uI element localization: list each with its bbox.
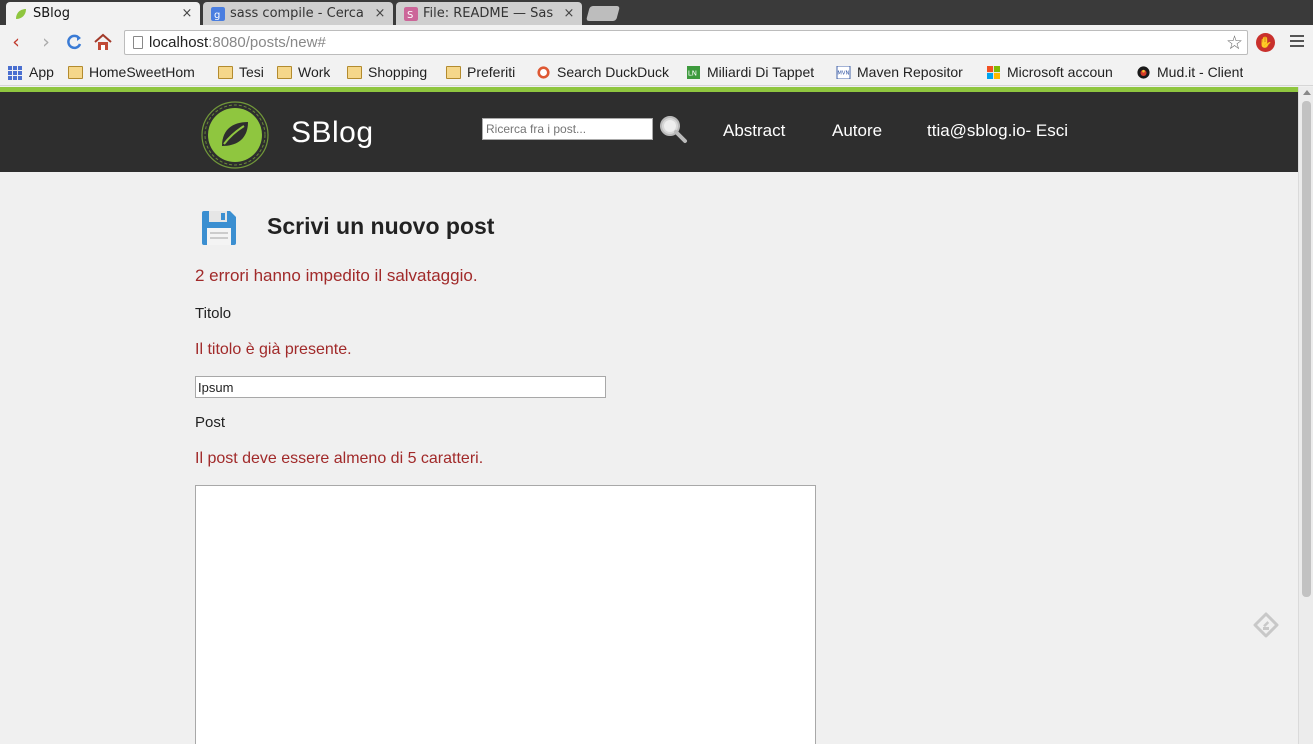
- bookmark-app[interactable]: App: [8, 64, 54, 80]
- sblog-logo-icon[interactable]: [200, 100, 270, 170]
- adblock-extension-icon[interactable]: ✋: [1256, 33, 1275, 52]
- ln-icon: LN: [687, 65, 700, 79]
- bookmark-homesweethom[interactable]: HomeSweetHom: [68, 64, 208, 80]
- bookmark-tesi[interactable]: Tesi: [218, 64, 264, 80]
- tab-close-icon[interactable]: ×: [180, 6, 194, 21]
- bookmark-search-duckduck[interactable]: Search DuckDuck: [536, 64, 676, 80]
- search-icon[interactable]: [658, 114, 688, 144]
- bookmark-miliardi[interactable]: LN Miliardi Di Tappet: [686, 64, 826, 80]
- leaf-icon: [16, 8, 26, 19]
- tab-sblog[interactable]: SBlog ×: [6, 2, 200, 25]
- sass-icon: S: [404, 6, 418, 21]
- bookmark-star-icon[interactable]: ☆: [1226, 32, 1243, 54]
- nav-abstract-link[interactable]: Abstract: [723, 121, 785, 141]
- tab-label: sass compile - Cerca: [230, 6, 364, 21]
- nav-user-logout-link[interactable]: ttia@sblog.io- Esci: [927, 121, 1068, 141]
- bookmarks-bar: App HomeSweetHom Tesi Work Shopping Pref…: [0, 60, 1313, 86]
- post-body-textarea[interactable]: [195, 485, 816, 744]
- feedly-icon[interactable]: [1253, 612, 1279, 638]
- bookmark-label: Work: [298, 64, 331, 80]
- bookmark-microsoft[interactable]: Microsoft accoun: [986, 64, 1126, 80]
- post-error-message: Il post deve essere almeno di 5 caratter…: [195, 450, 484, 467]
- new-tab-button[interactable]: [585, 6, 621, 21]
- mud-icon: [1137, 65, 1150, 79]
- scrollbar-thumb[interactable]: [1302, 101, 1311, 597]
- bookmark-mud[interactable]: Mud.it - Client: [1136, 64, 1243, 80]
- url-path: :8080/posts/new#: [208, 34, 326, 51]
- bookmark-label: HomeSweetHom: [89, 64, 195, 80]
- bookmark-label: Search DuckDuck: [557, 64, 670, 80]
- folder-icon: [218, 65, 233, 79]
- site-title[interactable]: SBlog: [291, 116, 374, 150]
- bookmark-label: Mud.it - Client: [1157, 64, 1244, 80]
- bookmark-label: Maven Repositor: [857, 64, 963, 80]
- page-icon: [133, 36, 143, 49]
- home-icon[interactable]: [93, 32, 113, 52]
- back-icon[interactable]: ‹: [6, 32, 26, 52]
- apps-grid-icon: [8, 65, 23, 80]
- folder-icon: [277, 65, 292, 79]
- mvn-icon: MVN: [836, 65, 851, 79]
- bookmark-label: App: [29, 64, 54, 80]
- svg-text:MVN: MVN: [837, 70, 849, 76]
- google-icon: g: [211, 6, 225, 21]
- error-summary: 2 errori hanno impedito il salvataggio.: [195, 266, 478, 285]
- bookmark-label: Shopping: [368, 64, 428, 80]
- tab-sass-compile[interactable]: g sass compile - Cerca ×: [203, 2, 393, 25]
- folder-icon: [68, 65, 83, 79]
- browser-toolbar: ‹ › localhost:8080/posts/new# ☆ ✋: [0, 25, 1313, 60]
- tab-close-icon[interactable]: ×: [373, 6, 387, 21]
- reload-icon[interactable]: [64, 32, 84, 52]
- bookmark-maven[interactable]: MVN Maven Repositor: [836, 64, 976, 80]
- folder-icon: [347, 65, 362, 79]
- page-title: Scrivi un nuovo post: [267, 213, 495, 239]
- tab-readme-sass[interactable]: S File: README — Sas ×: [396, 2, 582, 25]
- svg-text:LN: LN: [688, 69, 697, 77]
- bookmark-label: Tesi: [239, 64, 264, 80]
- browser-tab-strip: SBlog × g sass compile - Cerca × S File:…: [0, 0, 1313, 25]
- duckduckgo-icon: [537, 65, 550, 79]
- bookmark-label: Miliardi Di Tappet: [707, 64, 815, 80]
- title-error-message: Il titolo è già presente.: [195, 341, 352, 358]
- site-header: SBlog Abstract Autore ttia@sblog.io- Esc…: [0, 87, 1298, 172]
- url-text: localhost:8080/posts/new#: [149, 34, 326, 51]
- address-bar[interactable]: localhost:8080/posts/new# ☆: [124, 30, 1248, 55]
- tab-label: SBlog: [33, 6, 70, 21]
- svg-text:S: S: [407, 10, 413, 21]
- post-label: Post: [195, 414, 226, 431]
- title-label: Titolo: [195, 305, 232, 322]
- forward-icon[interactable]: ›: [36, 32, 56, 52]
- browser-menu-icon[interactable]: [1290, 35, 1304, 50]
- url-host: localhost: [149, 34, 209, 51]
- bookmark-label: Preferiti: [467, 64, 516, 80]
- page-scrollbar[interactable]: [1298, 87, 1313, 744]
- bookmark-work[interactable]: Work: [277, 64, 330, 80]
- search-input[interactable]: [482, 118, 653, 140]
- svg-text:g: g: [214, 10, 220, 21]
- title-input[interactable]: [195, 376, 606, 398]
- page-viewport: SBlog Abstract Autore ttia@sblog.io- Esc…: [0, 87, 1298, 744]
- scroll-up-icon[interactable]: [1303, 90, 1311, 95]
- microsoft-icon: [987, 65, 1000, 79]
- nav-autore-link[interactable]: Autore: [832, 121, 882, 141]
- bookmark-shopping[interactable]: Shopping: [347, 64, 427, 80]
- tab-label: File: README — Sas: [423, 6, 554, 21]
- floppy-disk-icon: [202, 211, 236, 245]
- folder-icon: [446, 65, 461, 79]
- bookmark-preferiti[interactable]: Preferiti: [446, 64, 515, 80]
- bookmark-label: Microsoft accoun: [1007, 64, 1113, 80]
- tab-close-icon[interactable]: ×: [562, 6, 576, 21]
